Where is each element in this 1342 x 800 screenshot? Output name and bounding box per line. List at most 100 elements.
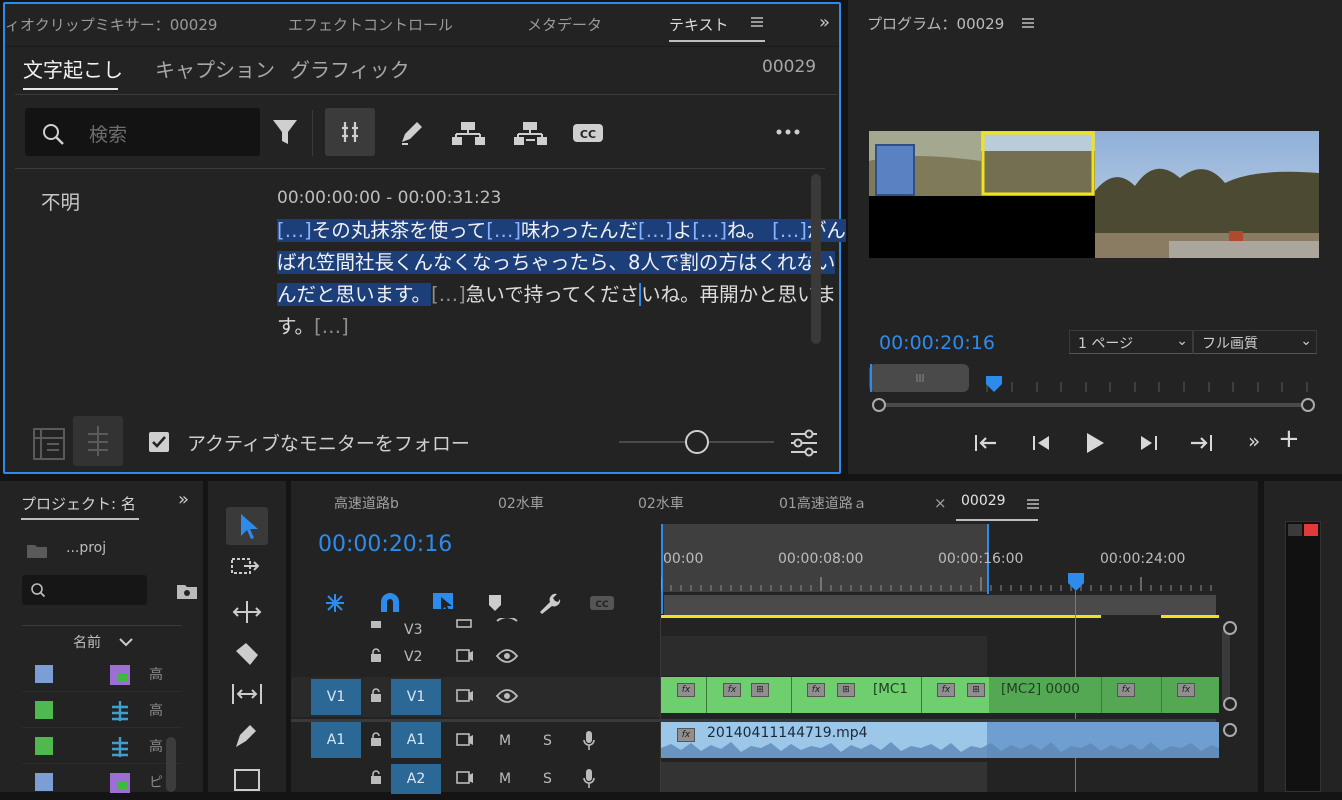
timeline-timecode[interactable]: 00:00:20:16 [318,532,452,557]
tab-sequence[interactable]: 高速道路b [334,493,399,513]
zoom-bar-end-handle[interactable] [1301,398,1315,412]
play-icon[interactable] [1084,431,1106,455]
tab-effect-controls[interactable]: エフェクトコントロール [288,14,453,35]
sync-lock-icon[interactable] [456,618,474,628]
zoom-scroll-bar[interactable] [664,595,1216,615]
merge-segments-icon[interactable] [451,120,487,146]
overflow-tabs-button[interactable]: » [819,12,830,33]
track-label[interactable]: V3 [404,622,422,638]
project-scrollbar[interactable] [166,737,176,792]
tab-text[interactable]: テキスト [669,14,729,35]
eye-icon[interactable] [496,618,518,628]
program-zoom-bar[interactable] [872,403,1312,407]
list-item[interactable]: 高 [22,692,182,728]
tab-sequence[interactable]: 02水車 [498,493,544,513]
list-item[interactable]: 高 [22,728,182,764]
step-forward-icon[interactable] [1138,432,1160,454]
more-options-icon[interactable] [775,128,801,136]
sync-lock-icon[interactable] [456,648,474,664]
program-mini-timeline[interactable] [869,364,1319,394]
track-target-v1[interactable]: V1 [391,679,441,715]
zoom-slider-handle[interactable] [685,430,709,454]
slip-tool[interactable] [230,681,264,707]
settings-sliders-icon[interactable] [789,428,819,458]
selection-tool[interactable] [226,507,268,545]
playhead-handle[interactable] [1067,572,1085,592]
rectangle-tool[interactable] [232,767,262,793]
sync-view-button[interactable] [73,416,123,466]
tab-sequence[interactable]: 01高速道路ａ [779,493,867,513]
microphone-icon[interactable] [582,730,596,752]
snap-magnet-icon[interactable] [378,592,402,614]
search-input[interactable]: 検索 [25,108,260,156]
sync-lock-icon[interactable] [456,688,474,704]
column-header-name[interactable]: 名前 [73,632,101,652]
captions-icon[interactable]: CC [572,123,604,143]
wrench-icon[interactable] [537,591,561,615]
tab-sequence[interactable]: 02水車 [638,493,684,513]
track-target-a1[interactable]: A1 [391,722,441,758]
subtab-transcript[interactable]: 文字起こし [23,54,123,83]
list-item[interactable]: 高 [22,656,182,692]
transcript-scrollbar[interactable] [811,174,821,344]
panel-menu-icon[interactable] [1026,498,1040,510]
linked-selection-icon[interactable] [431,591,457,615]
tab-audio-clip-mixer[interactable]: ィオクリップミキサー：00029 [5,14,217,35]
pencil-icon[interactable] [399,120,425,146]
eye-icon[interactable] [496,689,518,703]
follow-checkbox[interactable] [149,432,169,452]
chevron-down-icon[interactable] [118,637,134,647]
scroll-handle[interactable] [1223,723,1237,737]
tab-sequence-active[interactable]: 00029 [961,493,1006,509]
overflow-tabs-button[interactable]: » [178,489,189,510]
page-select[interactable]: 1 ページ ⌄ [1069,330,1193,354]
eye-icon[interactable] [496,649,518,663]
tab-metadata[interactable]: メタデータ [527,14,602,35]
new-bin-icon[interactable] [176,582,198,600]
lock-icon[interactable] [369,647,383,663]
split-segment-icon[interactable] [513,120,549,146]
program-title[interactable]: プログラム：00029 [867,13,1004,34]
sync-lock-icon[interactable] [456,770,474,786]
close-tab-icon[interactable]: × [934,494,947,512]
video-clip-track[interactable]: fx fx ⊞ fx ⊞ [MC1 fx ⊞ [MC2] 0000 fx fx [661,677,1219,713]
panel-menu-icon[interactable] [1021,17,1035,29]
pen-tool[interactable] [232,723,262,751]
subtab-captions[interactable]: キャプション [155,54,275,83]
zoom-bar-start-handle[interactable] [872,398,886,412]
list-item[interactable]: ピ [22,764,182,800]
project-title[interactable]: プロジェクト: 名 [21,493,136,514]
sync-toggle-button[interactable] [325,108,375,156]
track-select-tool[interactable] [230,555,264,581]
source-patch-a1[interactable]: A1 [311,722,361,758]
go-to-in-icon[interactable] [973,432,999,454]
step-back-icon[interactable] [1030,432,1052,454]
audio-clip[interactable]: fx 20140411144719.mp4 [661,722,1219,758]
lock-icon[interactable] [369,618,383,628]
transcript-view-icon[interactable] [31,426,67,462]
microphone-icon[interactable] [582,768,596,790]
go-to-out-icon[interactable] [1188,432,1214,454]
solo-button[interactable]: S [543,733,552,749]
mute-button[interactable]: M [499,771,511,787]
subtab-graphics[interactable]: グラフィック [290,54,410,83]
quality-select[interactable]: フル画質 ⌄ [1193,330,1317,354]
track-label[interactable]: V2 [404,649,422,665]
speaker-label[interactable]: 不明 [41,186,80,215]
in-point-marker[interactable] [661,524,663,614]
add-marker-icon[interactable] [487,593,503,613]
track-target-a2[interactable]: A2 [391,764,441,794]
folder-up-icon[interactable] [26,541,48,559]
video-scrollbar[interactable] [1222,631,1230,701]
add-button[interactable]: + [1278,424,1300,454]
ripple-edit-tool[interactable] [230,599,264,625]
mute-button[interactable]: M [499,733,511,749]
transcript-text[interactable]: […]その丸抹茶を使って[…]味わったんだ[…]よ[…]ね。 […]がん ばれ笠… [277,215,846,343]
nest-icon[interactable] [323,592,347,614]
scroll-handle[interactable] [1223,697,1237,711]
filter-icon[interactable] [271,117,299,147]
lock-icon[interactable] [369,731,383,747]
more-controls-button[interactable]: » [1248,429,1260,453]
playhead-timecode[interactable]: 00:00:20:16 [879,332,995,354]
sync-lock-icon[interactable] [456,732,474,748]
